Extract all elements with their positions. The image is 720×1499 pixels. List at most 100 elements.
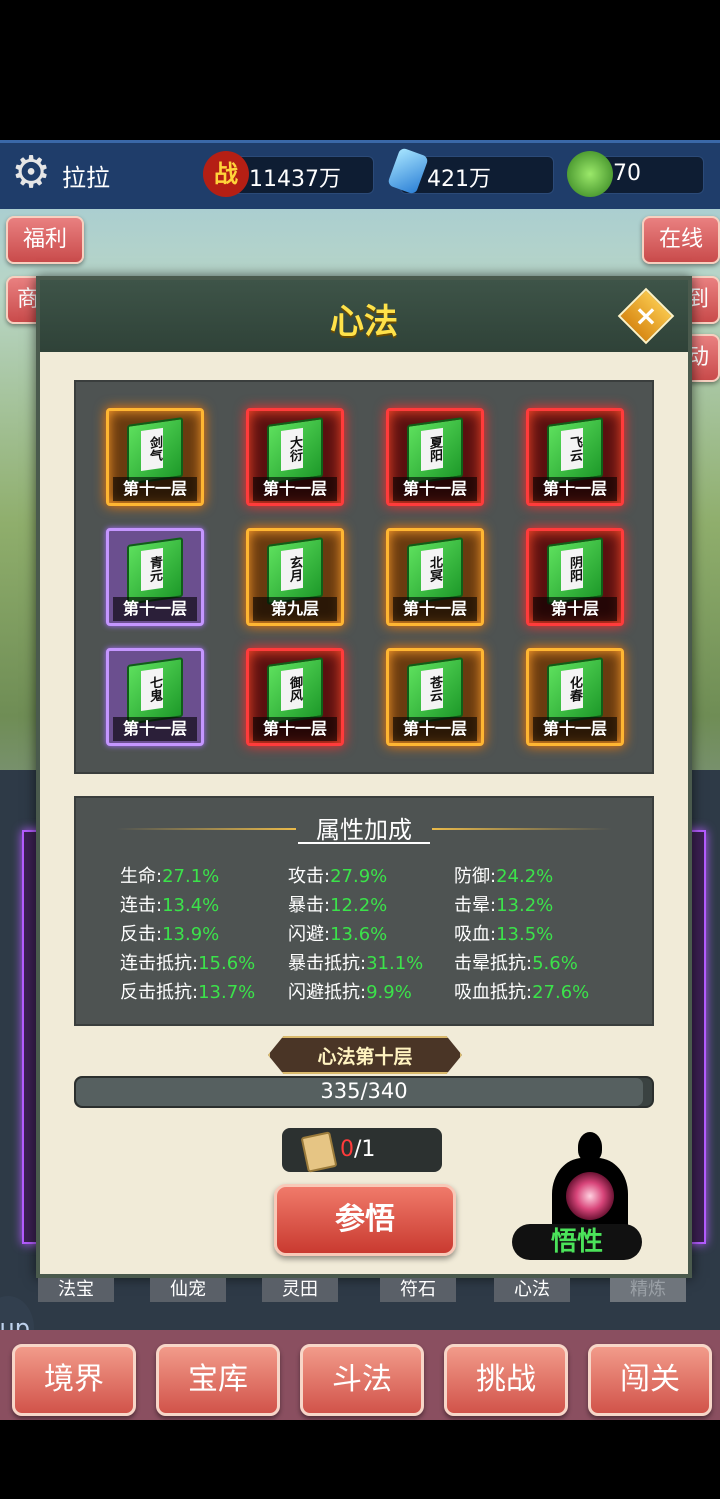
book-icon: 飞云 xyxy=(547,417,603,485)
attr-value: 13.2% xyxy=(496,895,554,916)
book-name: 青元 xyxy=(141,547,163,591)
book-name: 七鬼 xyxy=(141,667,163,711)
book-name: 飞云 xyxy=(561,427,583,471)
skill-book[interactable]: 剑气 第十一层 xyxy=(106,408,204,506)
tab-item[interactable]: 符石 xyxy=(380,1278,456,1302)
swirl-icon xyxy=(566,1172,614,1220)
attribute-item: 连击:13.4% xyxy=(120,891,219,917)
attribute-item: 闪避抵抗:9.9% xyxy=(288,978,412,1004)
attr-value: 27.1% xyxy=(162,866,220,887)
attr-label: 生命: xyxy=(120,866,163,887)
wuxing-button[interactable]: 悟性 xyxy=(512,1224,642,1260)
cost-have: 0 xyxy=(340,1137,354,1162)
book-name: 化春 xyxy=(561,667,583,711)
crystal-value: 421万 xyxy=(427,167,491,192)
attribute-item: 击晕:13.2% xyxy=(454,891,553,917)
skill-book[interactable]: 北冥 第十一层 xyxy=(386,528,484,626)
book-layer: 第十层 xyxy=(533,597,617,621)
skill-book[interactable]: 玄月 第九层 xyxy=(246,528,344,626)
nav-button[interactable]: 斗法 xyxy=(300,1344,424,1416)
attr-label: 吸血抵抗: xyxy=(454,982,533,1003)
skill-book[interactable]: 飞云 第十一层 xyxy=(526,408,624,506)
book-layer: 第十一层 xyxy=(393,717,477,741)
power-resource: 战 11437万 xyxy=(203,151,374,197)
username: 拉拉 xyxy=(62,164,110,192)
book-name: 玄月 xyxy=(281,547,303,591)
dialog-title: 心法 xyxy=(330,302,398,342)
skill-book[interactable]: 大衍 第十一层 xyxy=(246,408,344,506)
book-icon: 阴阳 xyxy=(547,537,603,605)
attr-value: 13.7% xyxy=(198,982,256,1003)
skill-book[interactable]: 阴阳 第十层 xyxy=(526,528,624,626)
tab-item[interactable]: 灵田 xyxy=(262,1278,338,1302)
nav-button[interactable]: 挑战 xyxy=(444,1344,568,1416)
nav-button[interactable]: 境界 xyxy=(12,1344,136,1416)
attr-value: 15.6% xyxy=(198,953,256,974)
book-icon: 化春 xyxy=(547,657,603,725)
book-name: 剑气 xyxy=(141,427,163,471)
book-icon: 御风 xyxy=(267,657,323,725)
attr-label: 攻击: xyxy=(288,866,331,887)
book-icon: 大衍 xyxy=(267,417,323,485)
attr-value: 13.5% xyxy=(496,924,554,945)
skill-book[interactable]: 夏阳 第十一层 xyxy=(386,408,484,506)
cost-box: 0/1 xyxy=(282,1128,442,1173)
tab-item[interactable]: 精炼 xyxy=(610,1278,686,1302)
book-icon: 苍云 xyxy=(407,657,463,725)
cost-text: 0/1 xyxy=(340,1137,375,1162)
book-layer: 第十一层 xyxy=(253,717,337,741)
nav-button[interactable]: 宝库 xyxy=(156,1344,280,1416)
attr-value: 24.2% xyxy=(496,866,554,887)
skill-book[interactable]: 苍云 第十一层 xyxy=(386,648,484,746)
tab-item[interactable]: 法宝 xyxy=(38,1278,114,1302)
book-layer: 第十一层 xyxy=(113,717,197,741)
book-icon: 夏阳 xyxy=(407,417,463,485)
attribute-item: 连击抵抗:15.6% xyxy=(120,949,255,975)
book-name: 北冥 xyxy=(421,547,443,591)
attr-label: 反击: xyxy=(120,924,163,945)
book-layer: 第十一层 xyxy=(393,597,477,621)
skill-book[interactable]: 七鬼 第十一层 xyxy=(106,648,204,746)
attr-value: 5.6% xyxy=(532,953,578,974)
book-icon: 玄月 xyxy=(267,537,323,605)
skill-book[interactable]: 化春 第十一层 xyxy=(526,648,624,746)
jade-icon xyxy=(567,151,613,197)
book-name: 大衍 xyxy=(281,427,303,471)
attr-label: 暴击抵抗: xyxy=(288,953,367,974)
tab-item[interactable]: 心法 xyxy=(494,1278,570,1302)
attr-label: 连击: xyxy=(120,895,163,916)
attr-label: 击晕: xyxy=(454,895,497,916)
book-name: 御风 xyxy=(281,667,303,711)
book-layer: 第十一层 xyxy=(393,477,477,501)
book-icon: 北冥 xyxy=(407,537,463,605)
attr-label: 闪避: xyxy=(288,924,331,945)
attribute-item: 闪避:13.6% xyxy=(288,920,387,946)
comprehend-button[interactable]: 参悟 xyxy=(274,1184,456,1256)
xinfa-dialog: 心法 × 剑气 第十一层 大衍 第十一层 夏阳 第十一层 飞云 第十一层 青元 第十一层 玄月 第九层… xyxy=(36,276,692,1278)
attribute-item: 防御:24.2% xyxy=(454,862,553,888)
attr-label: 暴击: xyxy=(288,895,331,916)
close-icon: × xyxy=(634,299,658,332)
cost-need: /1 xyxy=(354,1137,376,1162)
skill-book[interactable]: 青元 第十一层 xyxy=(106,528,204,626)
attribute-bonus-panel: 属性加成 生命:27.1% 攻击:27.9% 防御:24.2% 连击:13.4% 暴击:… xyxy=(74,796,654,1026)
skill-book[interactable]: 御风 第十一层 xyxy=(246,648,344,746)
book-name: 阴阳 xyxy=(561,547,583,591)
book-name: 夏阳 xyxy=(421,427,443,471)
book-layer: 第十一层 xyxy=(533,717,617,741)
nav-button[interactable]: 闯关 xyxy=(588,1344,712,1416)
gear-icon[interactable]: ⚙ xyxy=(8,150,54,196)
power-value: 11437万 xyxy=(249,167,341,192)
book-layer: 第十一层 xyxy=(253,477,337,501)
attribute-item: 击晕抵抗:5.6% xyxy=(454,949,578,975)
attribute-item: 吸血:13.5% xyxy=(454,920,553,946)
attr-value: 13.4% xyxy=(162,895,220,916)
welfare-button[interactable]: 福利 xyxy=(6,216,84,264)
attr-value: 12.2% xyxy=(330,895,388,916)
attr-value: 13.6% xyxy=(330,924,388,945)
tab-item[interactable]: 仙宠 xyxy=(150,1278,226,1302)
jade-resource: 70 xyxy=(567,151,704,197)
attribute-item: 暴击抵抗:31.1% xyxy=(288,949,423,975)
attr-value: 27.9% xyxy=(330,866,388,887)
online-button[interactable]: 在线 xyxy=(642,216,720,264)
